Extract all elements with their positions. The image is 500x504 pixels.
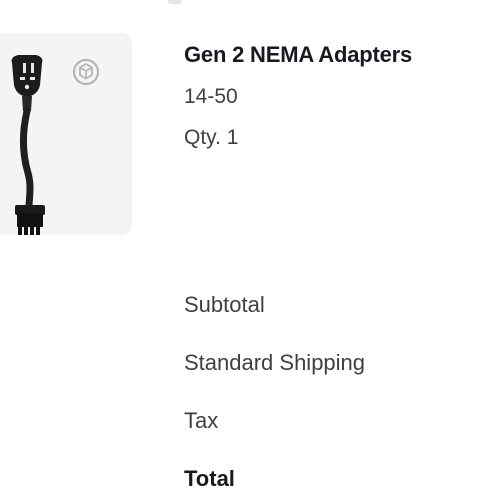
subtotal-label: Subtotal	[184, 292, 265, 317]
product-image-card[interactable]	[0, 33, 132, 235]
product-title: Gen 2 NEMA Adapters	[184, 42, 413, 67]
product-image	[0, 33, 70, 235]
product-quantity: Qty. 1	[184, 126, 239, 149]
view-in-ar-icon[interactable]	[71, 57, 101, 87]
total-label: Total	[184, 466, 235, 491]
top-divider	[168, 0, 182, 4]
shipping-label: Standard Shipping	[184, 350, 366, 375]
order-summary: Subtotal Standard Shipping Tax Total	[184, 290, 365, 504]
product-variant: 14-50	[184, 85, 238, 108]
tax-label: Tax	[184, 408, 219, 433]
product-info: Gen 2 NEMA Adapters 14-50 Qty. 1	[184, 40, 500, 152]
order-summary-page: Gen 2 NEMA Adapters 14-50 Qty. 1 Subtota…	[0, 0, 500, 504]
